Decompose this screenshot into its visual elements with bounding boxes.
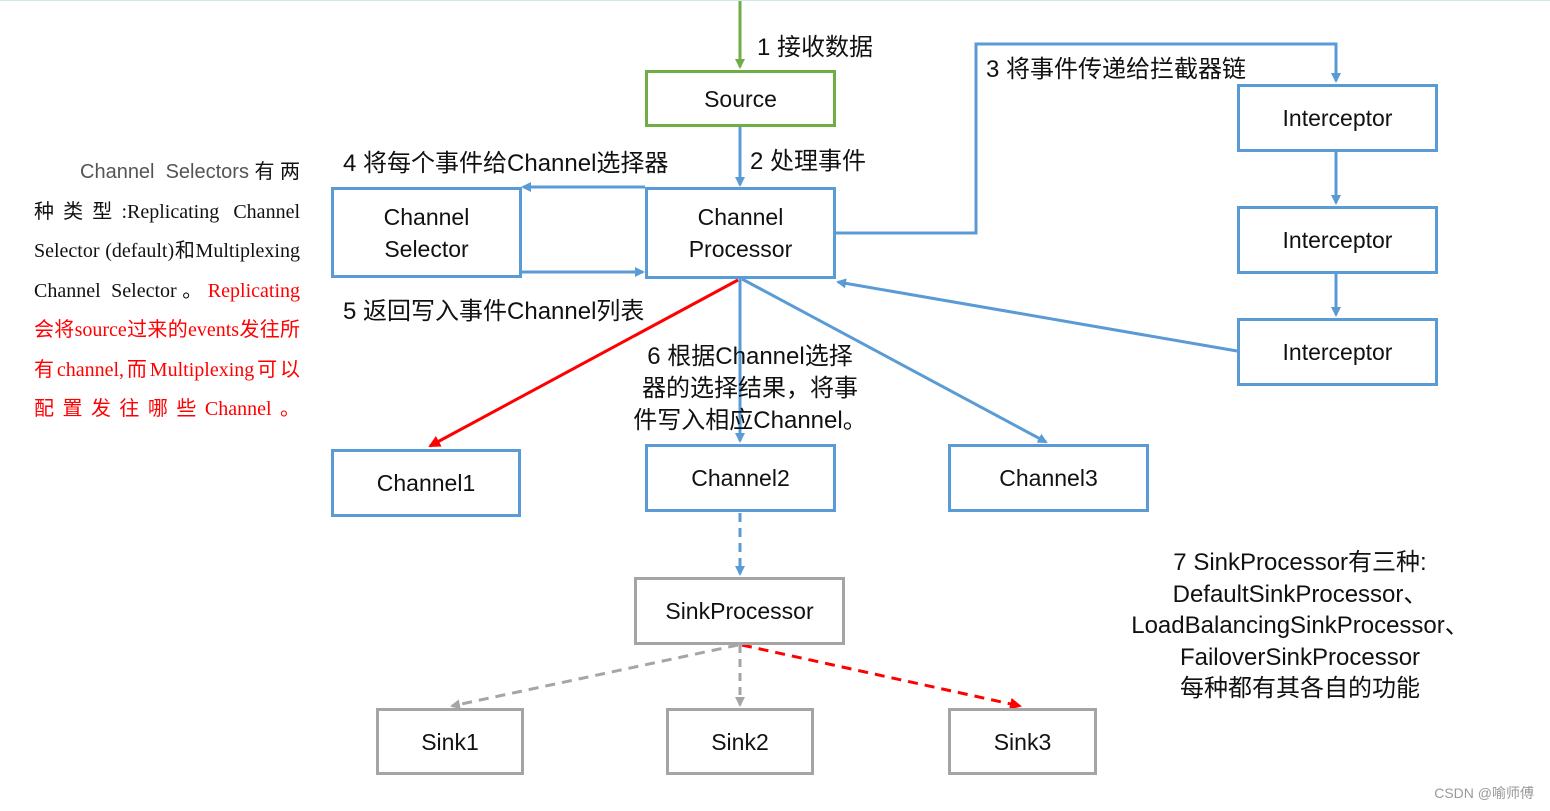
step-6-line: 器的选择结果，将事 bbox=[642, 375, 858, 402]
sink1-node: Sink1 bbox=[376, 708, 524, 775]
note-part: Channel Selectors bbox=[80, 161, 249, 183]
sink-processor-note: 7 SinkProcessor有三种: DefaultSinkProcessor… bbox=[1110, 547, 1490, 705]
arrow-to-sink1 bbox=[450, 643, 739, 710]
note-line: DefaultSinkProcessor、 bbox=[1172, 580, 1428, 608]
node-label: Sink3 bbox=[993, 728, 1052, 755]
note-line: 每种都有其各自的功能 bbox=[1180, 675, 1420, 702]
channel3-node: Channel3 bbox=[948, 444, 1149, 512]
step-2-label: 2 处理事件 bbox=[750, 148, 867, 175]
node-label: Channel2 bbox=[691, 465, 790, 491]
step-5-label: 5 返回写入事件Channel列表 bbox=[343, 298, 645, 325]
watermark: CSDN @喻师傅 bbox=[1434, 785, 1534, 801]
node-label: Processor bbox=[688, 236, 793, 262]
channel-processor-node: Channel Processor bbox=[645, 187, 836, 279]
source-node: Source bbox=[645, 70, 836, 127]
channel1-node: Channel1 bbox=[331, 449, 521, 517]
channel2-node: Channel2 bbox=[645, 444, 836, 512]
step-6-line: 件写入相应Channel。 bbox=[633, 407, 867, 434]
note-line: FailoverSinkProcessor bbox=[1179, 643, 1421, 671]
sink2-node: Sink2 bbox=[666, 708, 814, 775]
source-label: Source bbox=[704, 85, 777, 112]
channel-selector-note: Channel Selectors有两种类型:Replicating Chann… bbox=[34, 153, 300, 430]
sink3-node: Sink3 bbox=[948, 708, 1097, 775]
node-label: Sink2 bbox=[711, 728, 769, 755]
node-label: Interceptor bbox=[1282, 227, 1393, 253]
node-label: Interceptor bbox=[1282, 339, 1393, 365]
arrow-interceptor-return bbox=[836, 278, 1238, 353]
node-label: Interceptor bbox=[1282, 105, 1393, 131]
interceptor-node-3: Interceptor bbox=[1237, 318, 1438, 386]
node-label: Sink1 bbox=[421, 728, 479, 755]
note-line: 7 SinkProcessor有三种: bbox=[1173, 549, 1427, 576]
flume-architecture-diagram: Source Channel Selector Channel Processor … bbox=[0, 0, 1550, 811]
step-3-label: 3 将事件传递给拦截器链 bbox=[986, 56, 1247, 83]
node-label: Channel1 bbox=[376, 470, 476, 496]
step-1-label: 1 接收数据 bbox=[757, 34, 874, 61]
channel-selector-node: Channel Selector bbox=[331, 187, 522, 278]
interceptor-node-1: Interceptor bbox=[1237, 84, 1438, 152]
note-line: LoadBalancingSinkProcessor、 bbox=[1131, 612, 1469, 639]
step-6-line: 6 根据Channel选择 bbox=[647, 343, 853, 370]
node-label: Channel bbox=[383, 203, 470, 230]
step-6-label: 6 根据Channel选择 器的选择结果，将事 件写入相应Channel。 bbox=[620, 341, 880, 437]
node-label: SinkProcessor bbox=[665, 598, 814, 624]
arrow-to-sink3 bbox=[741, 643, 1022, 710]
interceptor-node-2: Interceptor bbox=[1237, 206, 1438, 274]
step-4-label: 4 将每个事件给Channel选择器 bbox=[343, 150, 669, 177]
node-label: Channel bbox=[697, 204, 784, 230]
node-label: Channel3 bbox=[999, 465, 1098, 491]
node-label: Selector bbox=[384, 235, 469, 262]
sink-processor-node: SinkProcessor bbox=[634, 577, 845, 645]
